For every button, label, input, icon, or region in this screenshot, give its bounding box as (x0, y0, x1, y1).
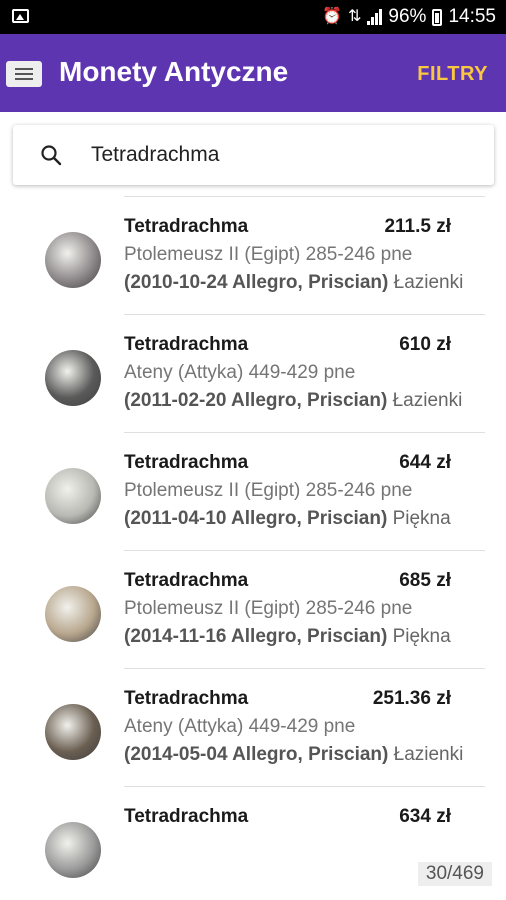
coin-thumbnail (45, 704, 101, 760)
coin-thumbnail (45, 822, 101, 878)
coin-price: 634 zł (399, 806, 451, 827)
coin-name: Tetradrachma (124, 452, 249, 473)
result-counter: 30/469 (417, 862, 492, 886)
coin-price: 610 zł (399, 334, 451, 355)
coin-price: 211.5 zł (384, 216, 451, 237)
coin-name: Tetradrachma (124, 806, 249, 827)
coin-detail: (2011-04-10 Allegro, Priscian) Piękna (124, 508, 464, 530)
alarm-icon: ⏰ (322, 8, 343, 25)
coin-list-item[interactable]: Tetradrachma 610 zł Ateny (Attyka) 449-429… (0, 316, 506, 434)
coin-detail-source: (2014-11-16 Allegro, Priscian) (124, 626, 388, 647)
list-divider (124, 196, 485, 197)
coin-name: Tetradrachma (124, 334, 249, 355)
coin-detail-note: Piękna (387, 626, 451, 647)
battery-icon (432, 8, 443, 26)
search-icon[interactable] (39, 143, 63, 167)
coin-thumbnail (45, 350, 101, 406)
list-divider (124, 668, 485, 669)
coin-list-item[interactable]: Tetradrachma 211.5 zł Ptolemeusz II (Egipt… (0, 198, 506, 316)
gallery-notification-icon (12, 9, 29, 23)
coin-origin: Ptolemeusz II (Egipt) 285-246 pne (124, 480, 413, 501)
menu-icon[interactable] (6, 61, 42, 87)
coin-detail-source: (2011-04-10 Allegro, Priscian) (124, 508, 388, 529)
coin-name: Tetradrachma (124, 688, 249, 709)
filter-button[interactable]: FILTRY (417, 63, 488, 86)
coin-origin: Ateny (Attyka) 449-429 pne (124, 716, 356, 737)
coin-thumbnail (45, 468, 101, 524)
coin-origin: Ptolemeusz II (Egipt) 285-246 pne (124, 244, 413, 265)
signal-icon (367, 9, 383, 25)
coin-name: Tetradrachma (124, 570, 249, 591)
coin-origin: Ptolemeusz II (Egipt) 285-246 pne (124, 598, 413, 619)
app-title: Monety Antyczne (59, 56, 289, 87)
coin-name: Tetradrachma (124, 216, 249, 237)
coin-detail-source: (2010-10-24 Allegro, Priscian) (124, 272, 389, 293)
coin-detail-source: (2011-02-20 Allegro, Priscian) (124, 390, 388, 411)
list-divider (124, 314, 485, 315)
coin-price: 685 zł (399, 570, 451, 591)
list-divider (124, 786, 485, 787)
coin-origin: Ateny (Attyka) 449-429 pne (124, 362, 356, 383)
list-divider (124, 432, 485, 433)
coin-detail-note: Piękna (387, 508, 451, 529)
coin-price: 644 zł (399, 452, 451, 473)
coin-detail-note: Łazienki (388, 272, 464, 293)
coin-price: 251.36 zł (372, 688, 451, 709)
coin-thumbnail (45, 586, 101, 642)
coin-detail-source: (2014-05-04 Allegro, Priscian) (124, 744, 389, 765)
coin-detail: (2010-10-24 Allegro, Priscian) Łazienki (124, 272, 464, 294)
coin-list-item[interactable]: Tetradrachma 685 zł Ptolemeusz II (Egipt) … (0, 552, 506, 670)
coin-detail: (2014-11-16 Allegro, Priscian) Piękna (124, 626, 464, 648)
list-divider (124, 550, 485, 551)
coin-list[interactable]: Tetradrachma605 złAteny (Attyka) 390-295… (0, 170, 506, 900)
data-transfer-icon: ⇅ (348, 8, 362, 25)
coin-thumbnail (45, 232, 101, 288)
coin-detail: (2011-02-20 Allegro, Priscian) Łazienki (124, 390, 464, 412)
coin-list-item[interactable]: Tetradrachma 644 zł Ptolemeusz II (Egipt) … (0, 434, 506, 552)
battery-percent: 96% (388, 6, 427, 27)
coin-list-item[interactable]: Tetradrachma 251.36 zł Ateny (Attyka) 449-… (0, 670, 506, 788)
coin-detail-note: Łazienki (387, 390, 463, 411)
coin-detail-note: Łazienki (388, 744, 464, 765)
search-input[interactable] (91, 137, 471, 173)
clock: 14:55 (448, 6, 496, 27)
status-bar: ⏰ ⇅ 96% 14:55 (0, 0, 506, 34)
app-bar: Monety Antyczne FILTRY (0, 34, 506, 112)
coin-detail: (2014-05-04 Allegro, Priscian) Łazienki (124, 744, 464, 766)
search-bar (13, 125, 494, 185)
